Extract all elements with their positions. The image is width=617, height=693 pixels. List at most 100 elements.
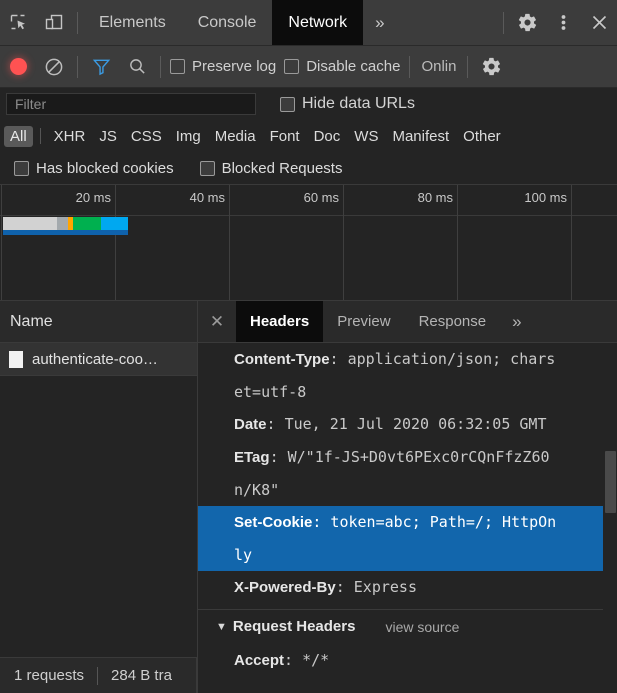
header-value-content-type: application/json; chars <box>347 350 556 368</box>
header-key-x-powered-by: X-Powered-By <box>234 579 336 596</box>
requests-column-header-name[interactable]: Name <box>0 301 197 343</box>
header-colon-0: : <box>329 350 348 368</box>
header-key-date: Date <box>234 416 267 433</box>
status-requests-count: 1 requests <box>14 667 85 684</box>
disable-cache-label: Disable cache <box>306 58 401 75</box>
blocked-filters-row: Has blocked cookies Blocked Requests <box>0 152 617 185</box>
preserve-log-box <box>170 59 185 74</box>
waterfall-segment-download <box>101 217 128 230</box>
header-row-content-type[interactable]: Content-Type: application/json; chars <box>198 343 617 376</box>
filter-row: Hide data URLs <box>0 88 617 120</box>
status-bar-divider <box>97 666 99 685</box>
status-bar-container: 1 requests 284 B tra <box>0 657 617 693</box>
search-icon[interactable] <box>119 44 155 89</box>
details-scrollbar[interactable] <box>603 343 617 693</box>
type-filter-xhr[interactable]: XHR <box>48 126 92 147</box>
disable-cache-checkbox[interactable]: Disable cache <box>280 58 404 75</box>
overview-tick-80ms: 80 ms <box>418 185 458 300</box>
type-filter-other[interactable]: Other <box>457 126 507 147</box>
blocked-requests-box <box>199 160 215 176</box>
gear-icon[interactable] <box>509 0 545 45</box>
throttling-select[interactable]: Onlin <box>415 58 462 75</box>
details-tab-headers[interactable]: Headers <box>236 301 324 342</box>
waterfall-segment-waiting <box>73 217 101 230</box>
overview-tick-60ms: 60 ms <box>304 185 344 300</box>
details-close-icon[interactable]: ✕ <box>198 301 236 342</box>
net-toolbar-divider-2 <box>160 55 161 78</box>
type-filter-manifest[interactable]: Manifest <box>386 126 455 147</box>
type-filter-media[interactable]: Media <box>209 126 262 147</box>
tab-console[interactable]: Console <box>182 0 273 45</box>
header-row-date[interactable]: Date: Tue, 21 Jul 2020 06:32:05 GMT <box>198 408 617 441</box>
request-headers-title: Request Headers <box>232 618 356 635</box>
preserve-log-checkbox[interactable]: Preserve log <box>166 58 280 75</box>
overview-tick-40ms: 40 ms <box>190 185 230 300</box>
status-transferred-size: 284 B tra <box>111 667 172 684</box>
request-row[interactable]: authenticate-coo… <box>0 343 197 376</box>
header-value-set-cookie: token=abc; Path=/; HttpOn <box>330 513 557 531</box>
type-filter-css[interactable]: CSS <box>125 126 168 147</box>
waterfall-segments <box>3 217 128 230</box>
status-bar: 1 requests 284 B tra <box>0 657 197 693</box>
header-colon-2: : <box>269 448 288 466</box>
inspect-element-icon[interactable] <box>0 0 36 45</box>
view-source-link[interactable]: view source <box>385 610 459 644</box>
waterfall-segment-stalled <box>57 217 68 230</box>
filter-icon[interactable] <box>83 44 119 89</box>
network-settings-gear-icon[interactable] <box>473 44 509 89</box>
request-headers-section-header[interactable]: ▼ Request Headers view source <box>198 610 617 644</box>
waterfall-total-underline <box>3 230 128 235</box>
type-filter-font[interactable]: Font <box>264 126 306 147</box>
has-blocked-cookies-checkbox[interactable]: Has blocked cookies <box>10 160 178 177</box>
details-scrollbar-thumb[interactable] <box>605 451 616 513</box>
overview-tick-label-40ms: 40 ms <box>189 190 225 205</box>
kebab-menu-icon[interactable] <box>545 0 581 45</box>
record-button[interactable] <box>0 44 36 89</box>
details-tabstrip: ✕ Headers Preview Response » <box>198 301 617 343</box>
request-details-panel: ✕ Headers Preview Response » Content-Typ… <box>198 301 617 693</box>
overview-tick-label-60ms: 60 ms <box>303 190 339 205</box>
overview-tick-20ms: 20 ms <box>76 185 116 300</box>
device-toolbar-icon[interactable] <box>36 0 72 45</box>
has-blocked-cookies-label: Has blocked cookies <box>36 159 174 177</box>
devtools-main-toolbar: Elements Console Network » <box>0 0 617 46</box>
type-filter-all[interactable]: All <box>4 125 33 147</box>
details-more-tabs-icon[interactable]: » <box>500 301 533 342</box>
details-tab-response[interactable]: Response <box>405 301 501 342</box>
chevron-down-icon[interactable]: ▼ <box>216 610 227 644</box>
headers-content[interactable]: Content-Type: application/json; chars et… <box>198 343 617 693</box>
overview-tick-label-100ms: 100 ms <box>524 190 567 205</box>
requests-empty-area <box>0 376 197 693</box>
overview-tick-label-20ms: 20 ms <box>75 190 111 205</box>
close-icon[interactable] <box>581 0 617 45</box>
more-tabs-icon[interactable]: » <box>363 0 396 45</box>
network-overview[interactable]: 20 ms 40 ms 60 ms 80 ms 100 ms <box>0 185 617 301</box>
header-key-set-cookie: Set-Cookie <box>234 514 313 531</box>
clear-button[interactable] <box>36 44 72 89</box>
type-filter-doc[interactable]: Doc <box>308 126 347 147</box>
hide-data-urls-checkbox[interactable]: Hide data URLs <box>276 95 419 113</box>
header-row-x-powered-by[interactable]: X-Powered-By: Express <box>198 571 617 604</box>
details-tab-preview[interactable]: Preview <box>323 301 404 342</box>
type-filter-divider <box>39 128 41 144</box>
toolbar-divider <box>77 11 78 34</box>
tab-elements[interactable]: Elements <box>83 0 182 45</box>
type-filter-ws[interactable]: WS <box>348 126 384 147</box>
tab-network[interactable]: Network <box>272 0 364 45</box>
blocked-requests-checkbox[interactable]: Blocked Requests <box>196 160 347 177</box>
header-row-content-type-continued: et=utf-8 <box>234 383 307 401</box>
header-row-etag[interactable]: ETag: W/"1f-JS+D0vt6PExc0rCQnFfzZ60 <box>198 441 617 474</box>
overview-ruler: 20 ms 40 ms 60 ms 80 ms 100 ms <box>0 185 617 300</box>
net-toolbar-divider <box>77 55 78 78</box>
type-filter-js[interactable]: JS <box>93 126 123 147</box>
header-colon-3: : <box>312 513 331 531</box>
filter-input[interactable] <box>6 93 256 115</box>
header-row-etag-continued: n/K8" <box>234 481 280 499</box>
header-colon-4: : <box>335 578 354 596</box>
requests-panel: Name authenticate-coo… <box>0 301 198 693</box>
header-row-set-cookie[interactable]: Set-Cookie: token=abc; Path=/; HttpOn <box>198 506 617 539</box>
overview-tick-100ms: 100 ms <box>524 185 572 300</box>
type-filter-img[interactable]: Img <box>170 126 207 147</box>
header-value-date: Tue, 21 Jul 2020 06:32:05 GMT <box>284 415 547 433</box>
net-toolbar-divider-4 <box>467 55 469 78</box>
